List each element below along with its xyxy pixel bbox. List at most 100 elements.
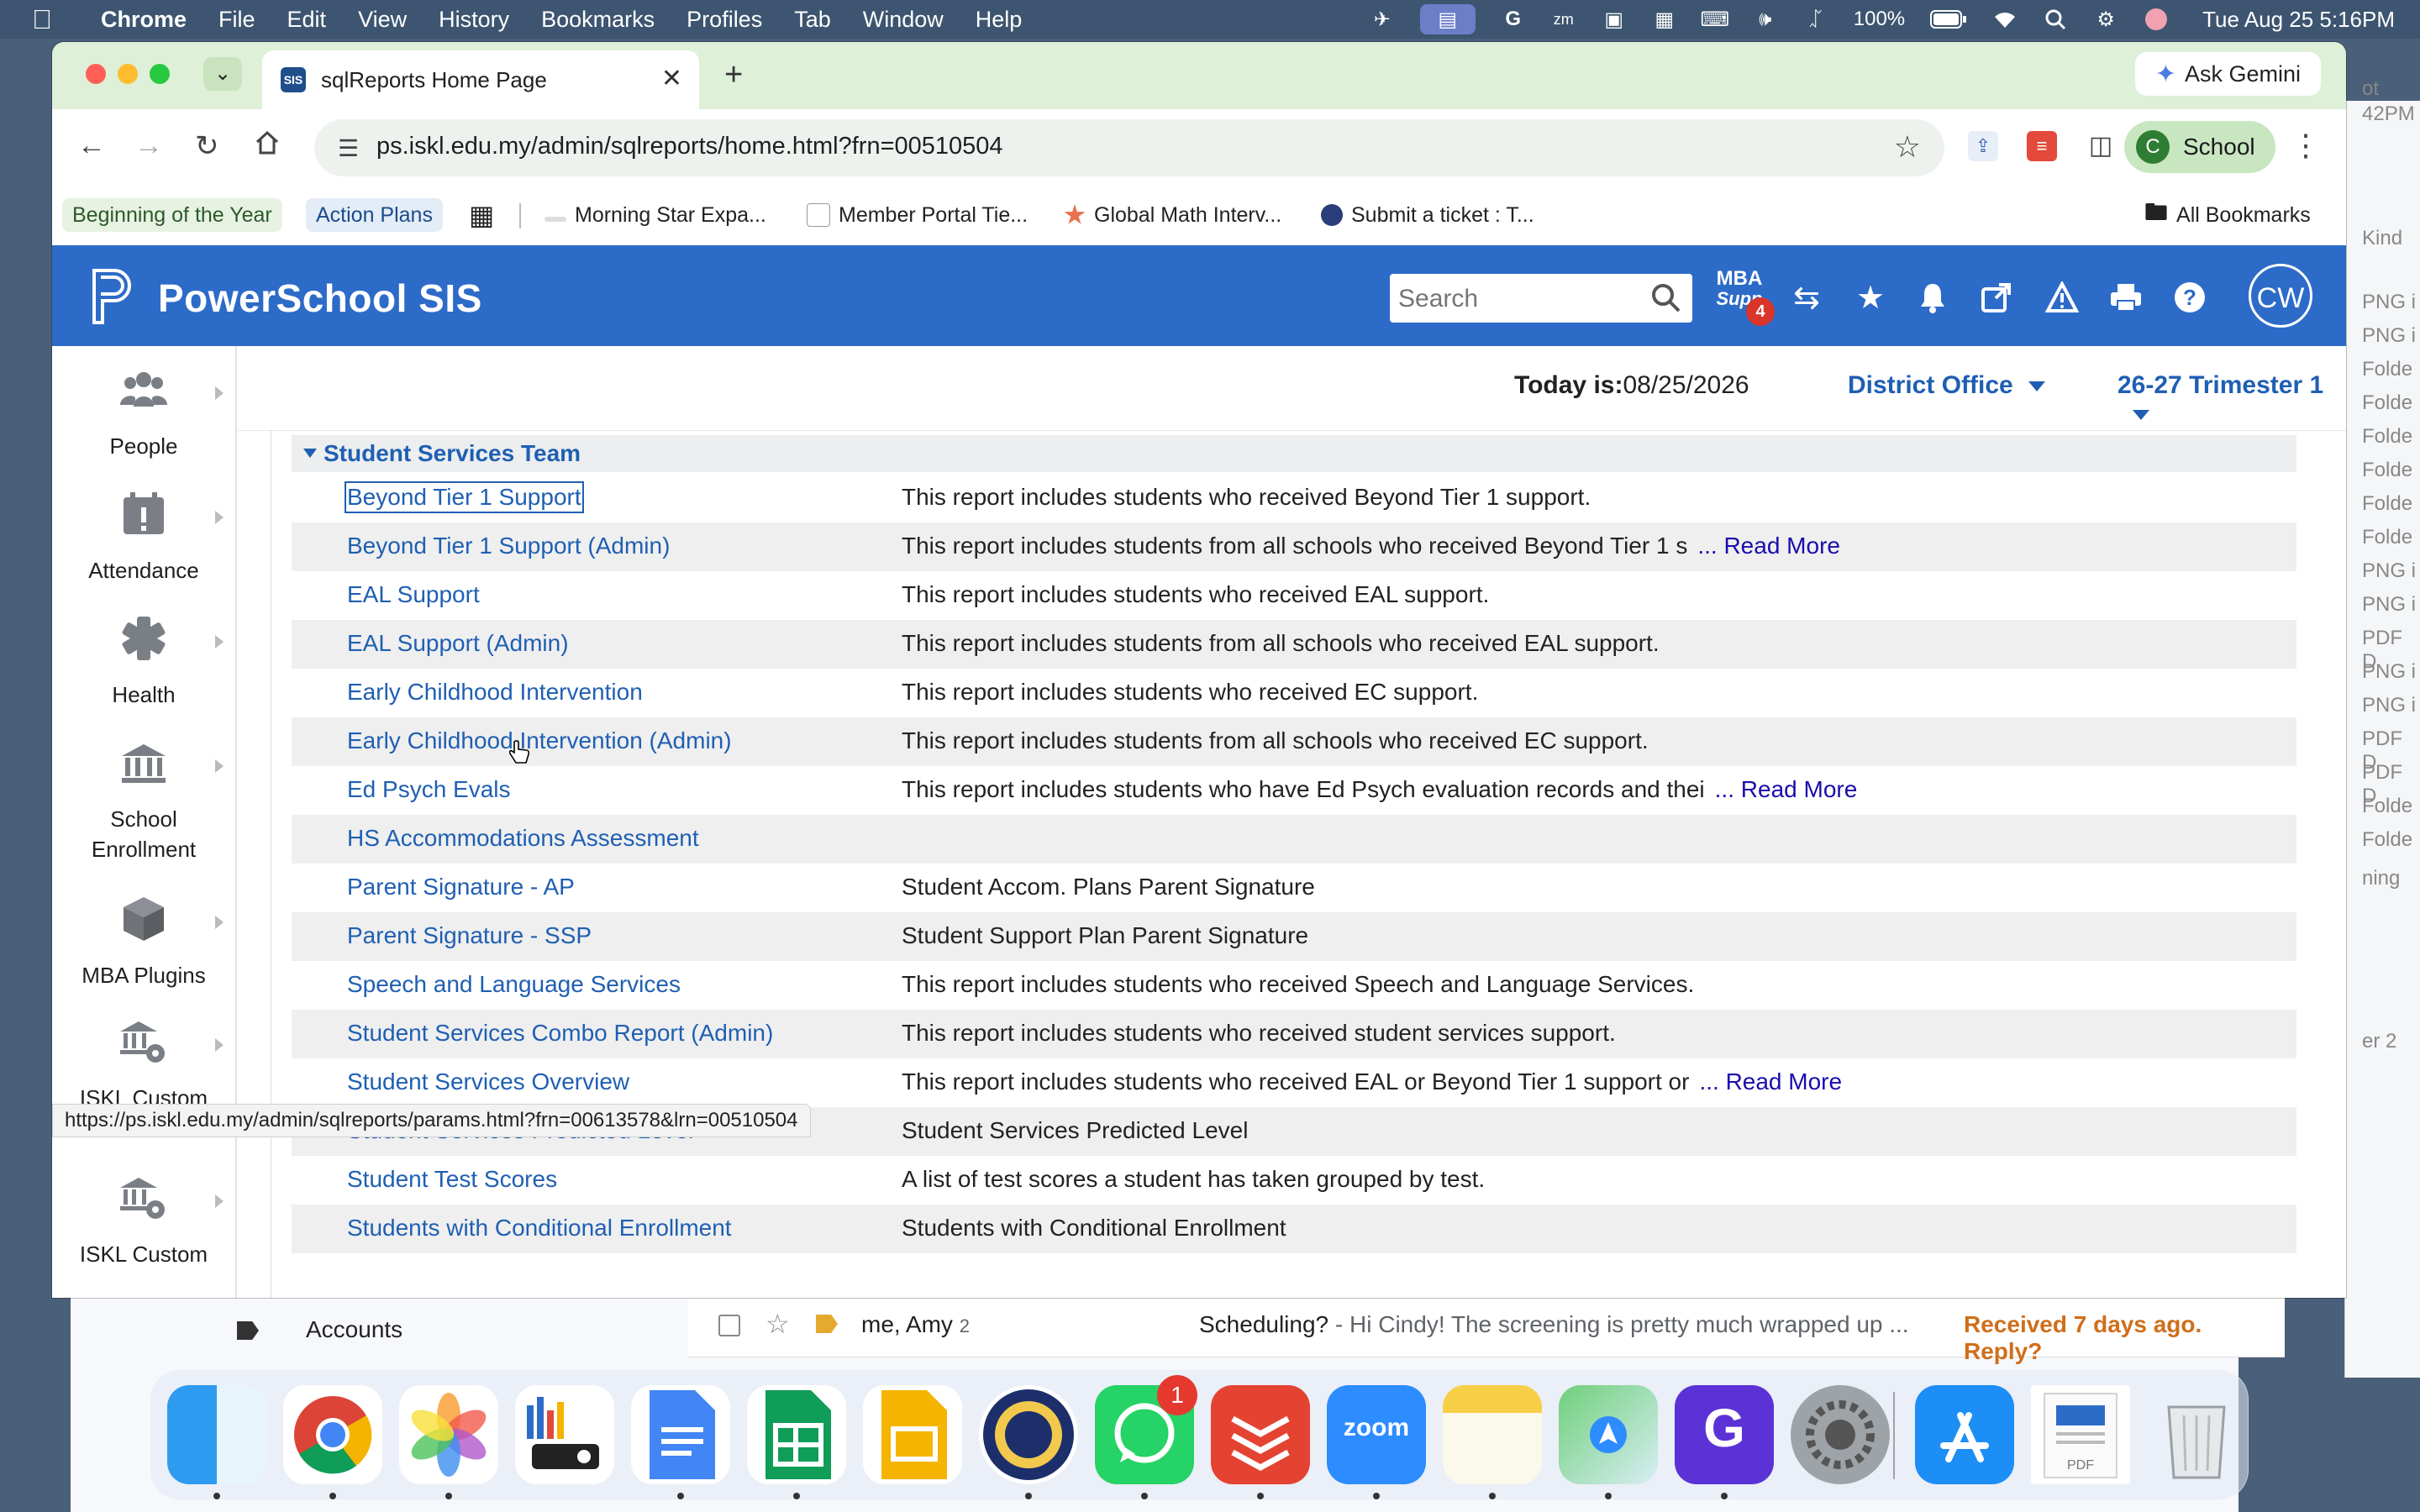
- settings-icon[interactable]: [1791, 1385, 1890, 1484]
- url-text[interactable]: ps.iskl.edu.my/admin/sqlreports/home.htm…: [376, 133, 1003, 160]
- notifications-bell-icon[interactable]: [1912, 277, 1953, 318]
- profile-button[interactable]: C School: [2124, 121, 2275, 173]
- chrome-icon[interactable]: [283, 1385, 382, 1484]
- address-bar[interactable]: ☰ ps.iskl.edu.my/admin/sqlreports/home.h…: [314, 119, 1944, 176]
- report-link[interactable]: Student Services Combo Report (Admin): [347, 1020, 773, 1047]
- menu-history[interactable]: History: [439, 7, 509, 33]
- keynote-icon[interactable]: [515, 1385, 614, 1484]
- term-dropdown[interactable]: 26-27 Trimester 1: [2118, 371, 2346, 428]
- powerschool-logo-icon[interactable]: [89, 267, 139, 326]
- read-more-link[interactable]: ... Read More: [1715, 776, 1858, 802]
- bookmark-member-portal[interactable]: Member Portal Tie...: [807, 198, 1028, 232]
- menu-app-name[interactable]: Chrome: [101, 7, 187, 33]
- zoom-menu-icon[interactable]: zm: [1551, 8, 1576, 31]
- apps-grid-icon[interactable]: ▦: [469, 198, 494, 232]
- bookmark-star-icon[interactable]: ☆: [1894, 129, 1921, 165]
- help-icon[interactable]: ?: [2170, 277, 2210, 318]
- group-header-student-services[interactable]: Student Services Team: [292, 435, 2296, 472]
- close-window-button[interactable]: [86, 64, 106, 84]
- district-dropdown[interactable]: District Office: [1848, 371, 2045, 400]
- row-checkbox[interactable]: [718, 1315, 740, 1336]
- star-icon[interactable]: ☆: [765, 1308, 790, 1340]
- read-more-link[interactable]: ... Read More: [1699, 1068, 1842, 1095]
- menu-file[interactable]: File: [218, 7, 255, 33]
- notes-menu-icon[interactable]: ▦: [1652, 8, 1677, 31]
- ask-gemini-button[interactable]: ✦ Ask Gemini: [2134, 52, 2321, 96]
- tab-search-button[interactable]: ⌄: [203, 57, 242, 91]
- report-link[interactable]: EAL Support (Admin): [347, 630, 569, 657]
- menu-bookmarks[interactable]: Bookmarks: [541, 7, 655, 33]
- collapse-triangle-icon[interactable]: [303, 449, 317, 458]
- report-link[interactable]: Early Childhood Intervention (Admin): [347, 727, 732, 754]
- pdf-doc-icon[interactable]: PDF: [2031, 1385, 2130, 1484]
- sidebar-item-people[interactable]: People: [52, 365, 235, 461]
- report-link[interactable]: Student Test Scores: [347, 1166, 557, 1193]
- back-arrow-icon[interactable]: ←: [77, 129, 106, 162]
- chat-icon[interactable]: ▣: [1602, 8, 1627, 31]
- appstore-icon[interactable]: [1915, 1385, 2014, 1484]
- report-link[interactable]: Parent Signature - SSP: [347, 922, 592, 949]
- menu-profiles[interactable]: Profiles: [687, 7, 762, 33]
- screen-share-icon[interactable]: ▤: [1419, 4, 1476, 34]
- report-link[interactable]: HS Accommodations Assessment: [347, 825, 699, 852]
- battery-icon[interactable]: [1930, 8, 1967, 31]
- close-tab-icon[interactable]: ✕: [661, 64, 682, 93]
- docs-icon[interactable]: [631, 1385, 730, 1484]
- sidebar-item-iskl-custom[interactable]: ISKL Custom: [52, 1173, 235, 1269]
- whatsapp-icon[interactable]: 1: [1095, 1375, 1197, 1484]
- forward-arrow-icon[interactable]: →: [134, 129, 163, 162]
- sidebar-item-mba-plugins[interactable]: MBA Plugins: [52, 894, 235, 990]
- bluetooth-icon[interactable]: ᛢ: [1803, 8, 1828, 31]
- sidebar-item-health[interactable]: Health: [52, 613, 235, 710]
- airplane-icon[interactable]: ✈: [1370, 8, 1395, 31]
- report-link[interactable]: Ed Psych Evals: [347, 776, 511, 803]
- tab-sqlreports[interactable]: SIS sqlReports Home Page ✕: [262, 50, 699, 109]
- volume-icon[interactable]: 🕪: [1753, 8, 1778, 31]
- bookmark-morning-star[interactable]: Morning Star Expa...: [544, 198, 766, 232]
- extensions-puzzle-icon[interactable]: ◫: [2086, 131, 2116, 161]
- wifi-icon[interactable]: [1992, 8, 2018, 31]
- report-link[interactable]: Beyond Tier 1 Support: [345, 481, 584, 513]
- open-external-icon[interactable]: [1976, 277, 2017, 318]
- sidebar-item-school-enrollment[interactable]: School Enrollment: [52, 738, 235, 864]
- sidebar-item-attendance[interactable]: Attendance: [52, 489, 235, 585]
- apple-icon[interactable]: : [32, 4, 69, 35]
- gmail-accounts-label[interactable]: Accounts: [306, 1316, 402, 1343]
- bookmark-global-math[interactable]: Global Math Interv...: [1064, 198, 1281, 232]
- sheets-icon[interactable]: [747, 1385, 846, 1484]
- chrome-menu-icon[interactable]: ⋮: [2291, 128, 2321, 163]
- maps-icon[interactable]: [1559, 1385, 1658, 1484]
- upload-extension-icon[interactable]: ⇪: [1968, 131, 1998, 161]
- report-link[interactable]: Beyond Tier 1 Support (Admin): [347, 533, 670, 559]
- report-link[interactable]: EAL Support: [347, 581, 480, 608]
- report-link[interactable]: Speech and Language Services: [347, 971, 681, 998]
- ps-app-title[interactable]: PowerSchool SIS: [158, 276, 482, 321]
- report-link[interactable]: Students with Conditional Enrollment: [347, 1215, 732, 1242]
- notes-icon[interactable]: [1443, 1385, 1542, 1484]
- slides-icon[interactable]: [863, 1385, 962, 1484]
- photos-icon[interactable]: [399, 1385, 498, 1484]
- report-link[interactable]: Student Services Overview: [347, 1068, 629, 1095]
- menu-window[interactable]: Window: [863, 7, 944, 33]
- control-center-icon[interactable]: ⚙: [2093, 8, 2118, 31]
- profile-menu-icon[interactable]: [2144, 8, 2169, 31]
- reload-icon[interactable]: ↻: [195, 129, 219, 163]
- menu-help[interactable]: Help: [976, 7, 1023, 33]
- site-info-icon[interactable]: ☰: [338, 134, 359, 162]
- switch-arrows-icon[interactable]: ⇆: [1786, 277, 1827, 318]
- spotlight-search-icon[interactable]: [2043, 8, 2068, 31]
- zoom-icon[interactable]: zoom: [1327, 1385, 1426, 1484]
- mba-support-button[interactable]: MBA Supp 4: [1714, 269, 1775, 326]
- ps-search-input[interactable]: [1397, 282, 1635, 316]
- zoom-window-button[interactable]: [150, 64, 170, 84]
- iskl-icon[interactable]: [979, 1385, 1078, 1484]
- read-more-link[interactable]: ... Read More: [1697, 533, 1840, 559]
- menu-edit[interactable]: Edit: [287, 7, 327, 33]
- gmail-row[interactable]: ☆ me, Amy 2 Scheduling? - Hi Cindy! The …: [688, 1298, 2285, 1364]
- keyboard-icon[interactable]: ⌨: [1700, 8, 1729, 31]
- print-icon[interactable]: [2106, 277, 2146, 318]
- menu-view[interactable]: View: [358, 7, 407, 33]
- menu-tab[interactable]: Tab: [794, 7, 831, 33]
- report-link[interactable]: Early Childhood Intervention: [347, 679, 643, 706]
- report-link[interactable]: Parent Signature - AP: [347, 874, 575, 900]
